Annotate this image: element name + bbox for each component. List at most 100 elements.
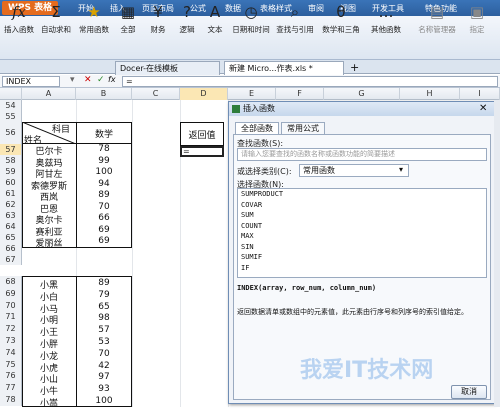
cancel-icon[interactable]: ✕ bbox=[84, 75, 92, 85]
score-cell[interactable]: 42 bbox=[76, 361, 132, 371]
function-list-item[interactable]: MAX bbox=[238, 231, 486, 242]
score-cell[interactable]: 70 bbox=[76, 349, 132, 359]
name-cell[interactable]: 小嵩 bbox=[22, 396, 76, 409]
score-cell[interactable]: 65 bbox=[76, 302, 132, 312]
row-number[interactable]: 65 bbox=[0, 232, 22, 243]
column-header[interactable]: F bbox=[276, 88, 324, 100]
row-number[interactable]: 54 bbox=[0, 100, 22, 111]
name-cell[interactable]: 爱丽丝 bbox=[22, 236, 76, 249]
row-number[interactable]: 64 bbox=[0, 221, 22, 232]
column-header[interactable]: H bbox=[400, 88, 460, 100]
score-cell[interactable]: 93 bbox=[76, 384, 132, 394]
column-header-active[interactable]: D bbox=[180, 88, 228, 100]
column-header[interactable]: A bbox=[22, 88, 76, 100]
function-list-item[interactable]: SUM bbox=[238, 210, 486, 221]
row-number[interactable]: 66 bbox=[0, 243, 22, 254]
score-cell[interactable]: 53 bbox=[76, 337, 132, 347]
column-header[interactable]: B bbox=[76, 88, 132, 100]
row-number[interactable]: 75 bbox=[0, 358, 22, 371]
confirm-icon[interactable]: ✓ bbox=[97, 75, 105, 85]
name-box[interactable]: INDEX bbox=[2, 76, 60, 87]
row-number[interactable]: 62 bbox=[0, 199, 22, 210]
datetime-button[interactable]: ◷ 日期和时间 bbox=[230, 2, 272, 42]
score-cell[interactable]: 66 bbox=[76, 213, 132, 223]
fx-icon[interactable]: fx bbox=[108, 75, 116, 84]
row-number[interactable]: 67 bbox=[0, 254, 22, 265]
function-list-item[interactable]: COUNT bbox=[238, 221, 486, 232]
column-header[interactable]: G bbox=[324, 88, 400, 100]
logic-icon: ? bbox=[183, 3, 191, 21]
function-list-item[interactable]: SIN bbox=[238, 242, 486, 253]
row-number[interactable]: 70 bbox=[0, 299, 22, 312]
logic-button[interactable]: ? 逻辑 bbox=[174, 2, 200, 42]
row-number[interactable]: 72 bbox=[0, 323, 22, 335]
function-list-item[interactable]: IF bbox=[238, 263, 486, 274]
function-list-item[interactable]: COVAR bbox=[238, 200, 486, 211]
row-number[interactable]: 61 bbox=[0, 188, 22, 199]
insert-function-button[interactable]: fx 插入函数 bbox=[2, 2, 36, 42]
finance-button[interactable]: ¥ 财务 bbox=[144, 2, 172, 42]
score-cell[interactable]: 57 bbox=[76, 325, 132, 335]
vertical-scrollbar[interactable] bbox=[494, 100, 500, 407]
doc-tab-active[interactable]: 新建 Micro...作表.xls * bbox=[224, 61, 344, 75]
score-cell[interactable]: 99 bbox=[76, 156, 132, 166]
autosum-button[interactable]: Σ 自动求和 bbox=[38, 2, 74, 42]
column-header[interactable]: C bbox=[132, 88, 180, 100]
function-list[interactable]: SUMPRODUCT COVAR SUM COUNT MAX SIN SUMIF IF bbox=[237, 188, 487, 278]
score-cell[interactable]: 79 bbox=[76, 290, 132, 300]
function-list-item[interactable]: SUMPRODUCT bbox=[238, 189, 486, 200]
other-functions-button[interactable]: … 其他函数 bbox=[366, 2, 406, 42]
tab-common-formulas[interactable]: 常用公式 bbox=[281, 122, 325, 134]
row-number[interactable]: 71 bbox=[0, 311, 22, 324]
score-cell[interactable]: 89 bbox=[76, 190, 132, 200]
row-number[interactable]: 63 bbox=[0, 210, 22, 221]
close-icon[interactable]: ✕ bbox=[479, 103, 487, 114]
row-number[interactable]: 76 bbox=[0, 370, 22, 383]
row-number[interactable]: 68 bbox=[0, 276, 22, 288]
category-select[interactable]: 常用函数 bbox=[299, 164, 409, 177]
column-header[interactable]: I bbox=[460, 88, 500, 100]
all-functions-button[interactable]: ▦ 全部 bbox=[114, 2, 142, 42]
function-list-item[interactable]: SUMIF bbox=[238, 252, 486, 263]
new-tab-icon[interactable]: + bbox=[350, 61, 359, 74]
score-cell[interactable]: 97 bbox=[76, 372, 132, 382]
tab-all-functions[interactable]: 全部函数 bbox=[235, 122, 279, 134]
score-cell[interactable]: 69 bbox=[76, 236, 132, 246]
common-functions-button[interactable]: ★ 常用函数 bbox=[76, 2, 112, 42]
doc-tab-docer[interactable]: Docer-在线模板 bbox=[115, 61, 220, 75]
row-number[interactable]: 74 bbox=[0, 346, 22, 359]
row-number[interactable]: 59 bbox=[0, 166, 22, 177]
text-button[interactable]: A 文本 bbox=[202, 2, 228, 42]
math-trig-button[interactable]: θ 数学和三角 bbox=[318, 2, 364, 42]
select-all[interactable] bbox=[0, 88, 22, 100]
score-cell[interactable]: 78 bbox=[76, 144, 132, 154]
row-number[interactable]: 55 bbox=[0, 111, 22, 122]
row-number[interactable]: 73 bbox=[0, 335, 22, 347]
cancel-button[interactable]: 取消 bbox=[451, 385, 487, 399]
score-cell[interactable]: 70 bbox=[76, 202, 132, 212]
score-cell[interactable]: 69 bbox=[76, 225, 132, 235]
row-number[interactable]: 77 bbox=[0, 382, 22, 394]
dropdown-icon[interactable]: ▾ bbox=[70, 75, 75, 85]
lookup-button[interactable]: ⌕ 查找与引用 bbox=[274, 2, 316, 42]
score-cell[interactable]: 100 bbox=[76, 167, 132, 177]
row-number[interactable]: 56 bbox=[0, 122, 22, 144]
formula-input[interactable]: = bbox=[122, 76, 498, 87]
row-number[interactable]: 78 bbox=[0, 394, 22, 406]
score-cell[interactable]: 94 bbox=[76, 179, 132, 189]
assign-button[interactable]: ▣ 指定 bbox=[462, 2, 492, 42]
active-cell-d57[interactable]: = bbox=[180, 146, 224, 157]
chevron-down-icon[interactable]: ▾ bbox=[399, 165, 403, 174]
row-number[interactable]: 57 bbox=[0, 144, 22, 155]
column-header[interactable]: E bbox=[228, 88, 276, 100]
name-manager-button[interactable]: ▤ 名称管理器 bbox=[416, 2, 458, 42]
category-label: 或选择类别(C): bbox=[237, 167, 292, 176]
ribbon-label: 逻辑 bbox=[179, 25, 195, 34]
search-input[interactable]: 请输入您要查找的函数名称或函数功能的简要描述 bbox=[237, 148, 487, 161]
score-cell[interactable]: 100 bbox=[76, 396, 132, 406]
row-number[interactable]: 58 bbox=[0, 155, 22, 166]
score-cell[interactable]: 98 bbox=[76, 313, 132, 323]
row-number[interactable]: 60 bbox=[0, 177, 22, 188]
score-cell[interactable]: 89 bbox=[76, 278, 132, 288]
row-number[interactable]: 69 bbox=[0, 287, 22, 300]
